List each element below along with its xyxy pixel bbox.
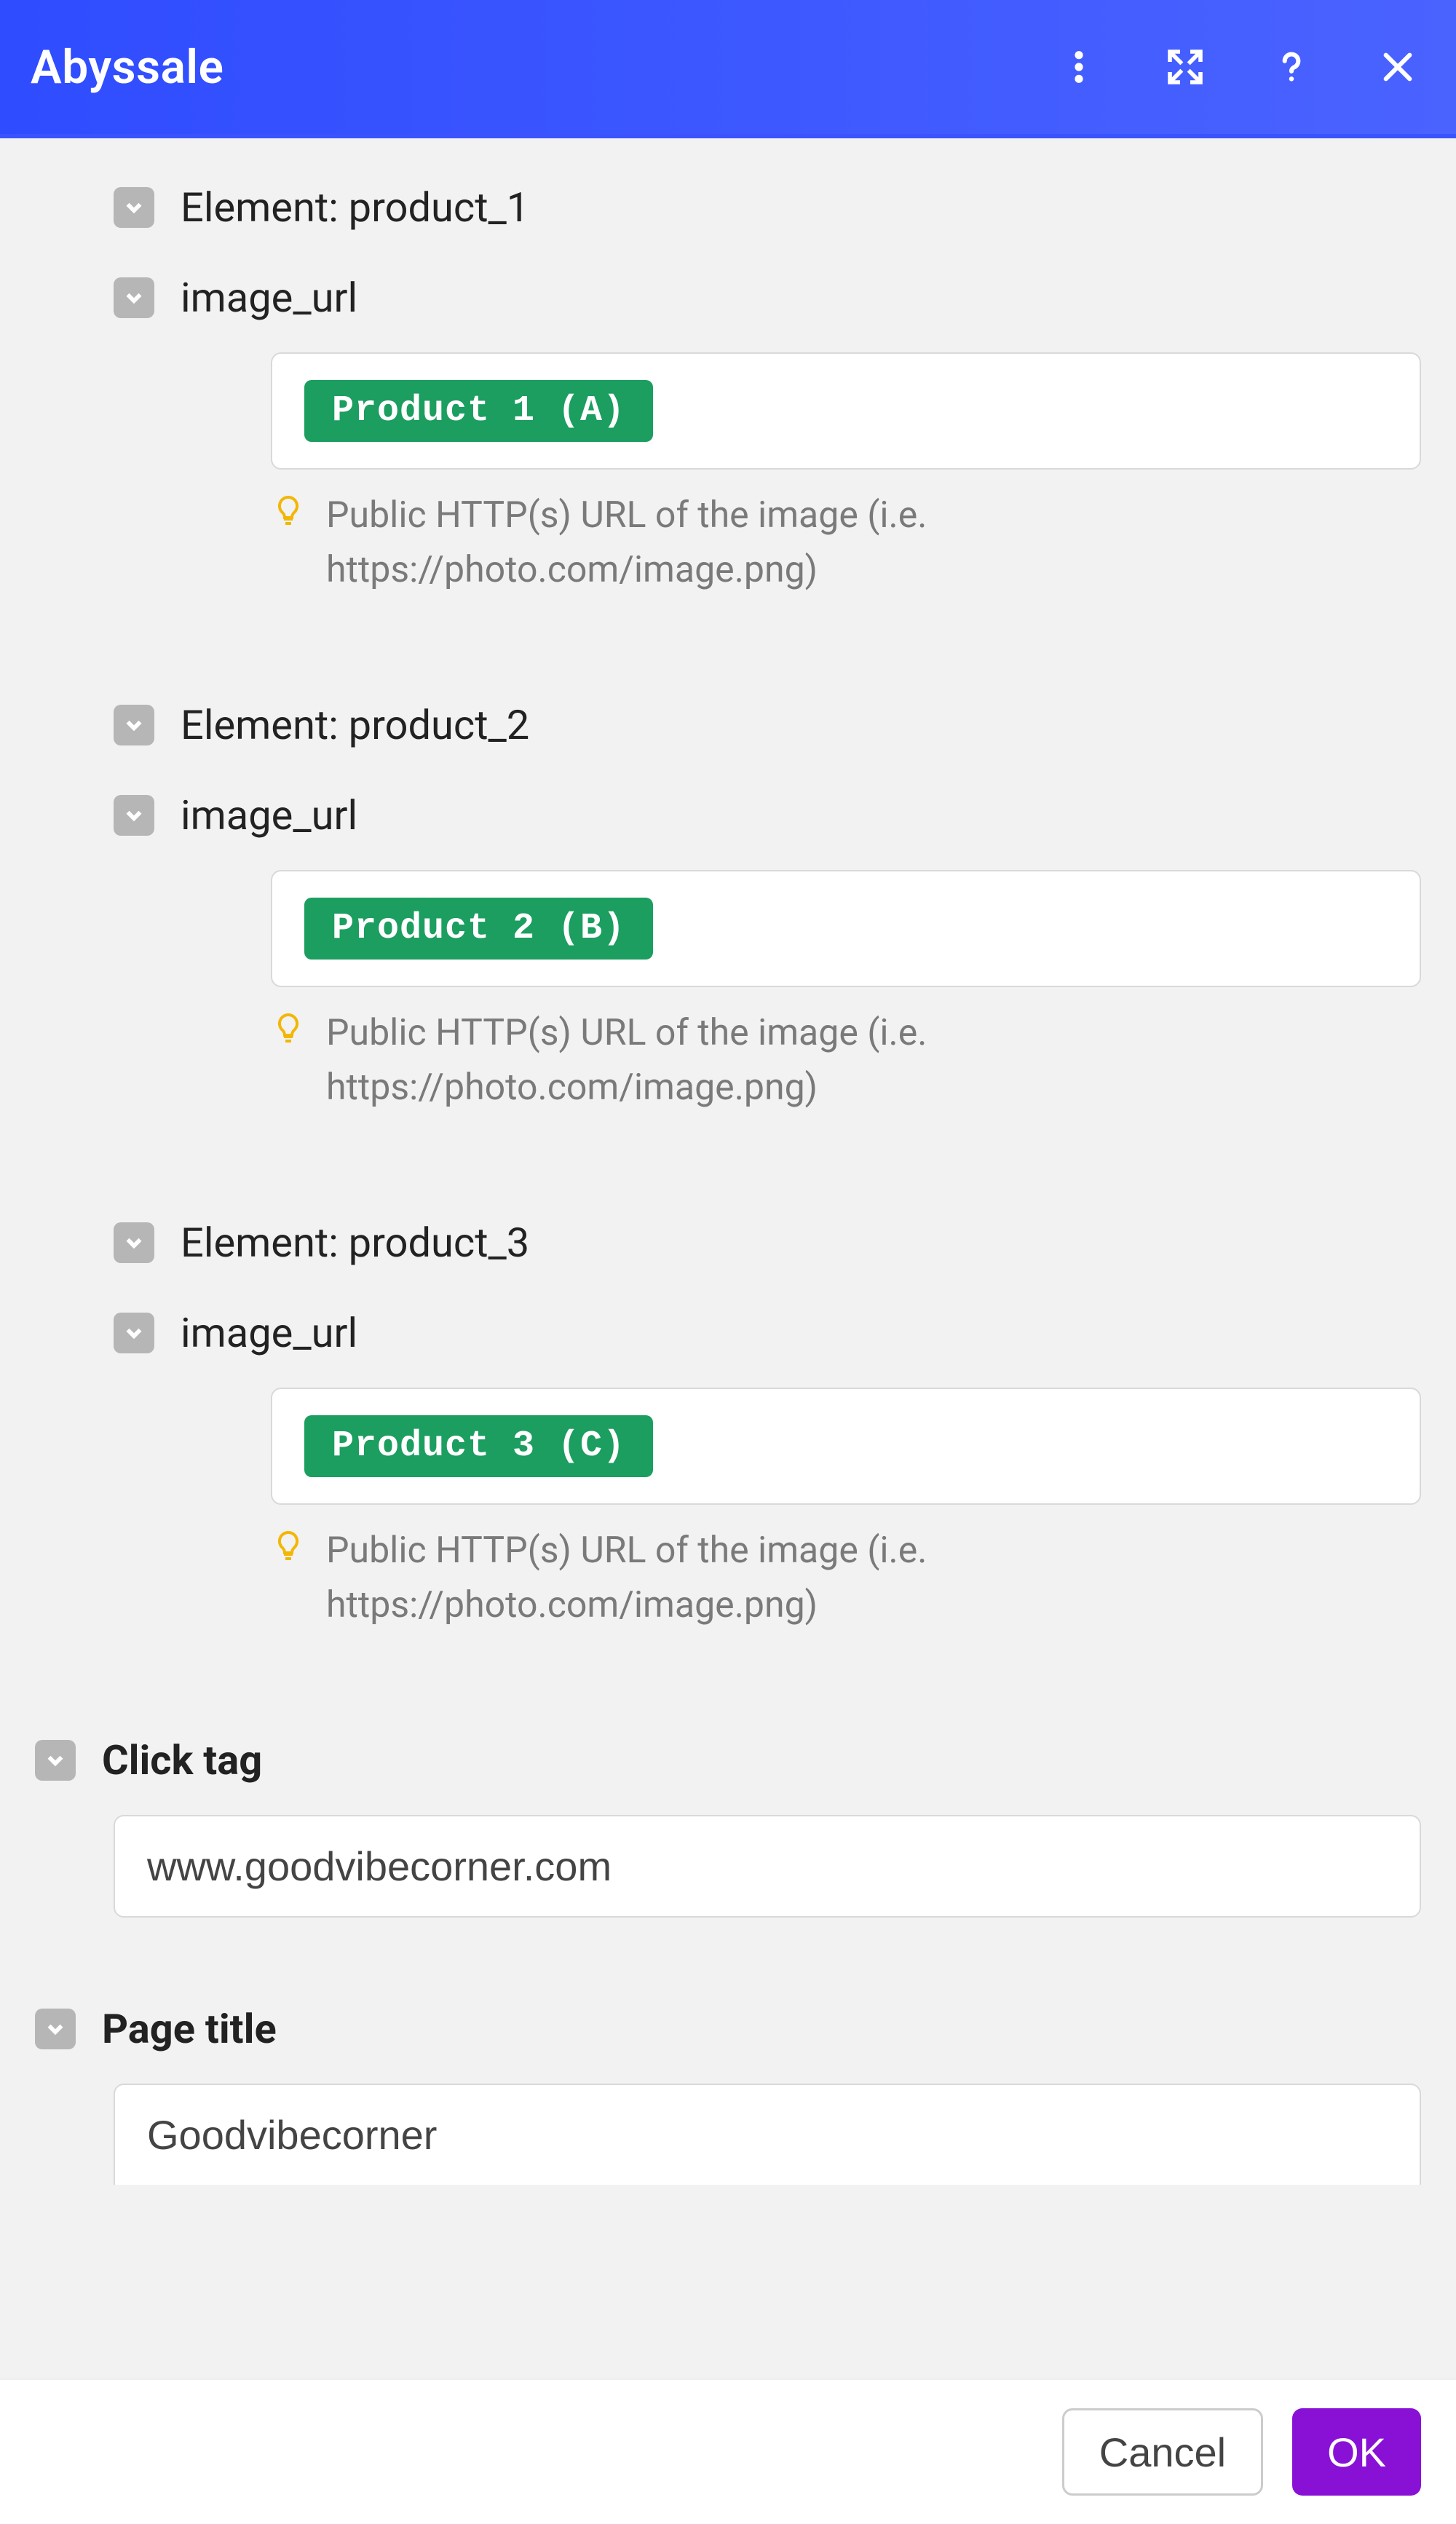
hint-row: Public HTTP(s) URL of the image (i.e. ht… [271, 1006, 1421, 1115]
element-label: Element: product_1 [181, 183, 529, 232]
click-tag-label: Click tag [102, 1736, 262, 1784]
click-tag-field[interactable] [114, 1815, 1421, 1918]
hint-text: Public HTTP(s) URL of the image (i.e. ht… [326, 1006, 1421, 1115]
element-header-row: Element: product_3 [114, 1219, 1421, 1267]
collapse-toggle[interactable] [114, 187, 154, 228]
variable-pill[interactable]: Product 2 (B) [304, 898, 653, 960]
param-row: image_url [114, 1309, 1421, 1357]
param-label: image_url [181, 1309, 357, 1357]
modal-container: Abyssale Element: product_1 [0, 0, 1456, 2524]
collapse-toggle[interactable] [114, 1313, 154, 1353]
element-header-row: Element: product_2 [114, 701, 1421, 749]
modal-title: Abyssale [31, 40, 223, 95]
more-icon[interactable] [1059, 47, 1099, 87]
collapse-toggle[interactable] [35, 1740, 76, 1781]
element-label: Element: product_2 [181, 701, 529, 749]
hint-row: Public HTTP(s) URL of the image (i.e. ht… [271, 488, 1421, 598]
click-tag-input[interactable] [147, 1843, 1388, 1890]
lightbulb-icon [271, 493, 306, 528]
collapse-toggle[interactable] [114, 795, 154, 836]
element-product-3: Element: product_3 image_url Product 3 (… [35, 1219, 1421, 1633]
hint-row: Public HTTP(s) URL of the image (i.e. ht… [271, 1524, 1421, 1633]
image-url-field[interactable]: Product 1 (A) [271, 352, 1421, 470]
hint-text: Public HTTP(s) URL of the image (i.e. ht… [326, 1524, 1421, 1633]
param-label: image_url [181, 274, 357, 322]
lightbulb-icon [271, 1010, 306, 1045]
element-label: Element: product_3 [181, 1219, 529, 1267]
collapse-toggle[interactable] [114, 277, 154, 318]
image-url-field[interactable]: Product 3 (C) [271, 1388, 1421, 1505]
variable-pill[interactable]: Product 1 (A) [304, 380, 653, 442]
click-tag-section: Click tag [35, 1736, 1421, 1918]
modal-header: Abyssale [0, 0, 1456, 138]
close-icon[interactable] [1377, 47, 1418, 87]
hint-text: Public HTTP(s) URL of the image (i.e. ht… [326, 488, 1421, 598]
collapse-toggle[interactable] [35, 2009, 76, 2049]
lightbulb-icon [271, 1528, 306, 1563]
modal-footer: Cancel OK [0, 2378, 1456, 2524]
collapse-toggle[interactable] [114, 1222, 154, 1263]
param-label: image_url [181, 791, 357, 839]
element-header-row: Element: product_1 [114, 183, 1421, 232]
element-product-1: Element: product_1 image_url Product 1 (… [35, 183, 1421, 598]
help-icon[interactable] [1271, 47, 1312, 87]
modal-body: Element: product_1 image_url Product 1 (… [0, 138, 1456, 2524]
page-title-label: Page title [102, 2005, 277, 2053]
page-title-input[interactable] [147, 2111, 1388, 2159]
element-product-2: Element: product_2 image_url Product 2 (… [35, 701, 1421, 1115]
image-url-field[interactable]: Product 2 (B) [271, 870, 1421, 987]
header-actions [1059, 47, 1418, 87]
cancel-button[interactable]: Cancel [1062, 2408, 1263, 2496]
page-title-header: Page title [35, 2005, 1421, 2053]
param-row: image_url [114, 274, 1421, 322]
expand-icon[interactable] [1165, 47, 1206, 87]
collapse-toggle[interactable] [114, 705, 154, 745]
page-title-field[interactable] [114, 2084, 1421, 2185]
ok-button[interactable]: OK [1292, 2408, 1421, 2496]
variable-pill[interactable]: Product 3 (C) [304, 1415, 653, 1477]
page-title-section: Page title [35, 2005, 1421, 2185]
param-row: image_url [114, 791, 1421, 839]
click-tag-header: Click tag [35, 1736, 1421, 1784]
